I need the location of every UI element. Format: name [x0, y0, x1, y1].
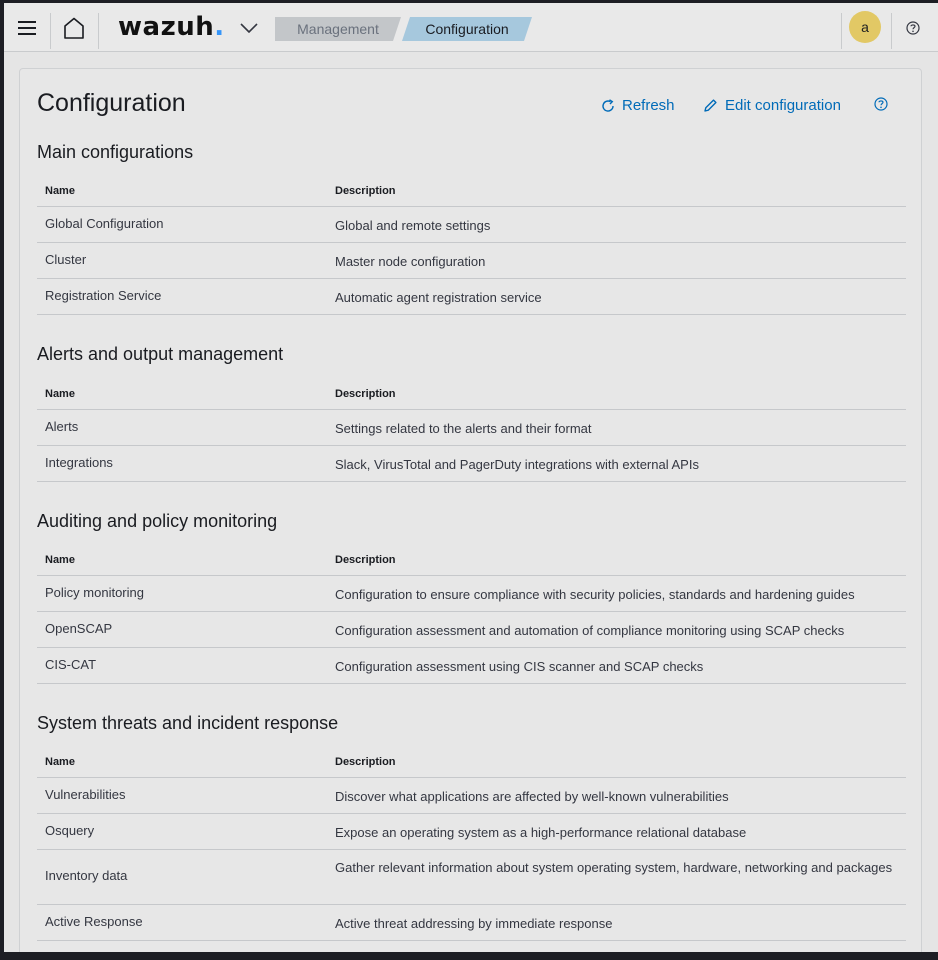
table-row[interactable]: OpenSCAP Configuration assessment and au… [37, 612, 906, 648]
row-description: Discover what applications are affected … [335, 789, 729, 804]
row-name: Vulnerabilities [45, 787, 126, 802]
refresh-button[interactable]: Refresh [601, 97, 675, 114]
row-name: Inventory data [45, 868, 128, 883]
column-header-description: Description [335, 185, 396, 197]
row-description: Configuration assessment using CIS scann… [335, 659, 704, 674]
row-description: Configuration to ensure compliance with … [335, 587, 855, 602]
row-description: Slack, VirusTotal and PagerDuty integrat… [335, 457, 699, 472]
row-description: Automatic agent registration service [335, 290, 542, 305]
table-header: Name Description [37, 540, 906, 576]
row-description: Master node configuration [335, 254, 486, 269]
row-description: Active threat addressing by immediate re… [335, 916, 613, 931]
auditing-policy-table: Name Description Policy monitoring Confi… [37, 540, 906, 684]
column-header-name: Name [45, 185, 75, 197]
refresh-label: Refresh [622, 97, 675, 114]
section-title-auditing-policy: Auditing and policy monitoring [37, 511, 278, 531]
table-row[interactable]: Vulnerabilities Discover what applicatio… [37, 778, 906, 814]
edit-configuration-button[interactable]: Edit configuration [703, 97, 841, 114]
table-header: Name Description [37, 374, 906, 410]
row-name: OpenSCAP [45, 621, 113, 636]
header-divider [891, 13, 892, 49]
refresh-icon [602, 98, 614, 112]
help-icon [874, 97, 888, 111]
row-description: Global and remote settings [335, 218, 491, 233]
column-header-name: Name [45, 554, 75, 566]
column-header-description: Description [335, 388, 396, 400]
section-title-system-threats: System threats and incident response [37, 713, 339, 733]
header-divider [50, 13, 51, 49]
app-switcher-button[interactable] [234, 3, 264, 52]
table-row[interactable]: Registration Service Automatic agent reg… [37, 279, 906, 315]
edit-configuration-label: Edit configuration [725, 97, 841, 114]
app-window: wazuh. Management Configuration a Config… [4, 3, 938, 952]
breadcrumb-configuration: Configuration [402, 17, 532, 41]
row-name: Cluster [45, 252, 87, 267]
row-name: Registration Service [45, 288, 162, 303]
breadcrumb-management[interactable]: Management [275, 17, 401, 41]
home-button[interactable] [56, 3, 92, 52]
row-name: Policy monitoring [45, 585, 144, 600]
chevron-down-icon [240, 22, 258, 33]
table-row[interactable]: Active Response Active threat addressing… [37, 905, 906, 941]
section-title-main-configurations: Main configurations [37, 142, 194, 162]
table-row[interactable]: Global Configuration Global and remote s… [37, 207, 906, 243]
row-description: Configuration assessment and automation … [335, 623, 845, 638]
row-name: Alerts [45, 419, 79, 434]
table-row[interactable]: Policy monitoring Configuration to ensur… [37, 576, 906, 612]
help-icon [906, 20, 920, 35]
table-row[interactable]: Alerts Settings related to the alerts an… [37, 410, 906, 446]
column-header-name: Name [45, 388, 75, 400]
table-row[interactable]: CIS-CAT Configuration assessment using C… [37, 648, 906, 684]
section-title-alerts-output: Alerts and output management [37, 344, 284, 364]
logo-text: wazuh [118, 12, 215, 42]
alerts-output-table: Name Description Alerts Settings related… [37, 374, 906, 482]
row-name: Global Configuration [45, 216, 164, 231]
row-description: Gather relevant information about system… [335, 860, 893, 875]
main-configurations-table: Name Description Global Configuration Gl… [37, 171, 906, 315]
logo-dot: . [214, 12, 225, 42]
configuration-panel: Configuration Refresh Edit configuration… [19, 68, 922, 952]
header-divider [841, 13, 842, 49]
column-header-name: Name [45, 756, 75, 768]
help-button[interactable] [874, 97, 888, 111]
table-row[interactable]: Cluster Master node configuration [37, 243, 906, 279]
top-header: wazuh. Management Configuration a [4, 3, 938, 52]
home-icon [64, 17, 84, 39]
hamburger-icon [18, 20, 36, 35]
table-row[interactable]: Integrations Slack, VirusTotal and Pager… [37, 446, 906, 482]
row-description: Settings related to the alerts and their… [335, 421, 592, 436]
column-header-description: Description [335, 554, 396, 566]
header-divider [98, 13, 99, 49]
row-name: Active Response [45, 914, 143, 929]
system-threats-table: Name Description Vulnerabilities Discove… [37, 742, 906, 941]
table-row[interactable]: Osquery Expose an operating system as a … [37, 814, 906, 850]
row-name: CIS-CAT [45, 657, 97, 672]
wazuh-logo[interactable]: wazuh. [118, 12, 225, 42]
user-avatar[interactable]: a [849, 11, 881, 43]
page-title: Configuration [37, 89, 186, 117]
table-row[interactable]: Inventory data Gather relevant informati… [37, 850, 906, 905]
row-description: Expose an operating system as a high-per… [335, 825, 747, 840]
table-header: Name Description [37, 742, 906, 778]
menu-button[interactable] [10, 3, 44, 52]
row-name: Integrations [45, 455, 113, 470]
table-header: Name Description [37, 171, 906, 207]
column-header-description: Description [335, 756, 396, 768]
row-name: Osquery [45, 823, 95, 838]
help-menu-button[interactable] [900, 3, 926, 52]
pencil-icon [704, 99, 717, 112]
